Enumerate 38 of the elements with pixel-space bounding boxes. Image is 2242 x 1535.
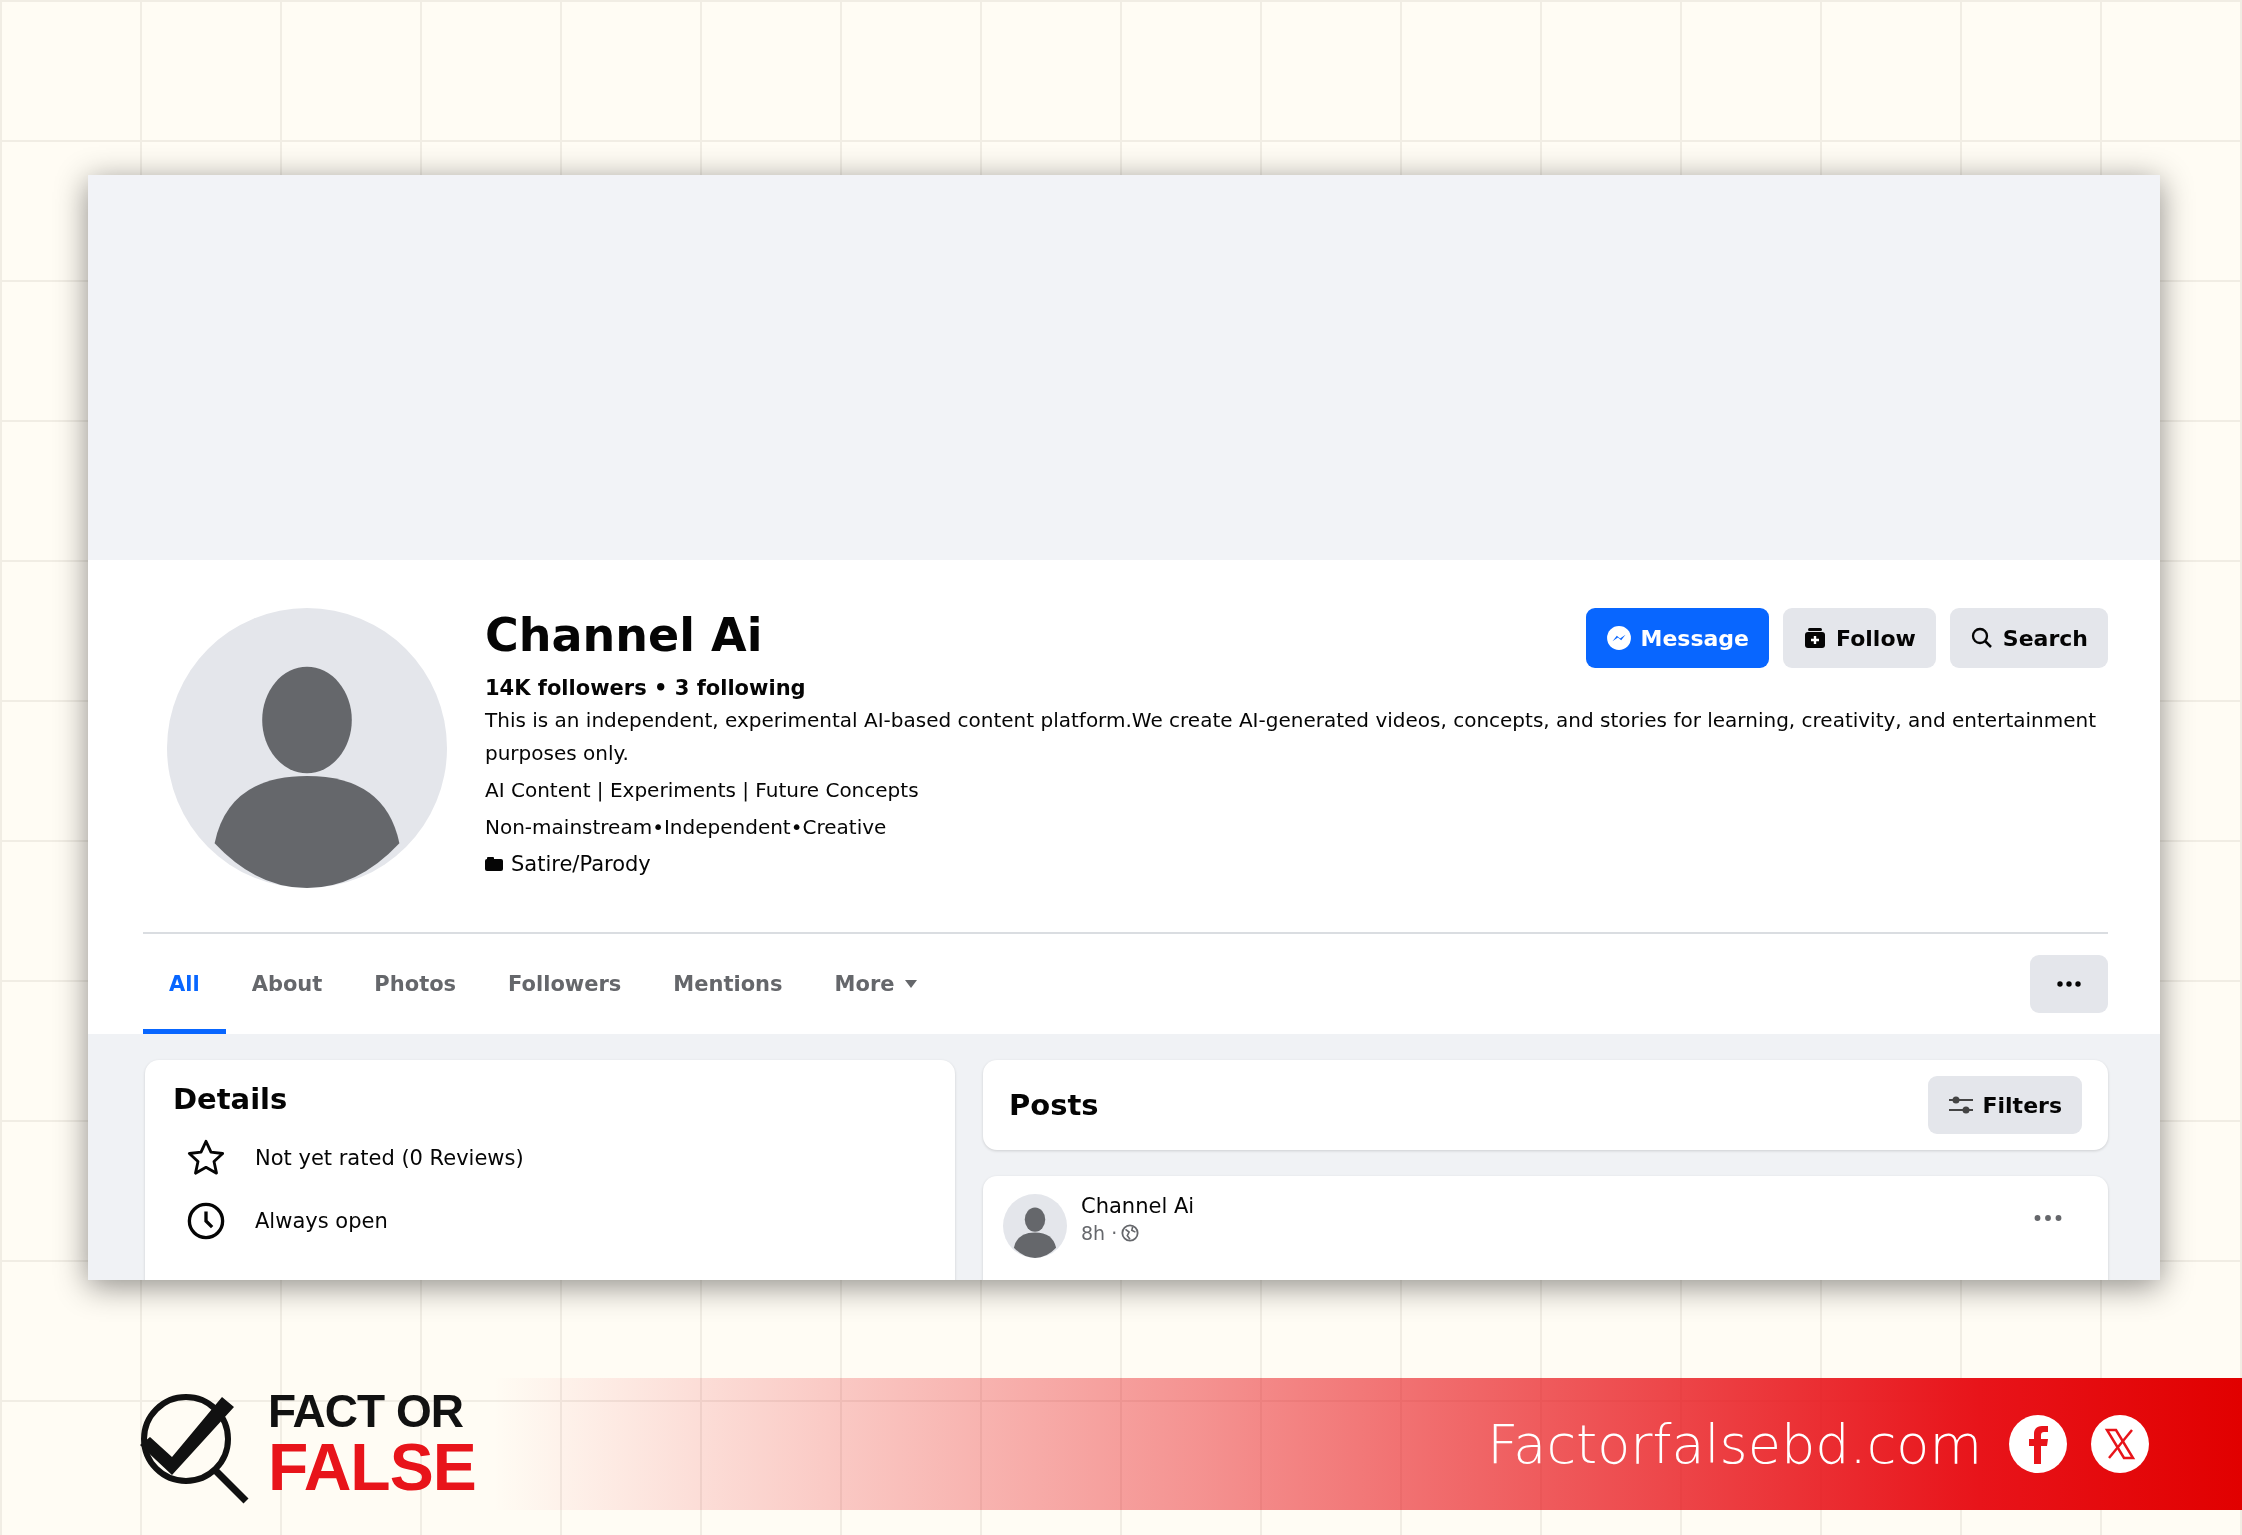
page-name: Channel Ai [485,608,763,662]
logo-text: FALSE [268,1434,476,1500]
sliders-icon [1947,1094,1974,1116]
caret-icon [904,980,917,988]
profile-tab[interactable]: Mentions [647,934,809,1034]
facebook-icon[interactable] [2008,1414,2068,1474]
ellipsis-icon [2057,981,2081,987]
bio-text: AI Content | Experiments | Future Concepts [485,777,920,804]
star-icon [185,1138,227,1178]
detail-text: Not yet rated (0 Reviews) [255,1146,524,1170]
post-time: 8h · [1081,1222,1118,1244]
bio-text: Non-mainstream•Independent•Creative [485,814,888,841]
profile-tab[interactable]: Photos [348,934,483,1034]
follow-button[interactable]: Follow [1783,608,1936,668]
ellipsis-icon[interactable] [2034,1214,2062,1222]
author-avatar [1003,1194,1067,1258]
x-icon[interactable] [2090,1414,2150,1474]
bio-text: This is an independent, experimental AI-based content platform.We create AI-generated videos, concepts, and stories for learning, creativity, and entertainment purposes only. [485,707,2098,767]
detail-text: Always open [255,1209,388,1233]
follow-icon [1803,626,1828,650]
clock-icon [185,1200,227,1242]
follower-stats: 14K followers • 3 following [485,676,807,700]
filters-button[interactable]: Filters [1927,1076,2082,1134]
search-icon [1969,626,1994,650]
category-icon [485,857,503,871]
profile-tab[interactable]: Followers [482,934,648,1034]
website-url: Factorfalsebd.com [1487,1412,1982,1476]
details-heading: Details [173,1082,289,1116]
posts-heading: Posts [1009,1088,1099,1122]
profile-tab[interactable]: About [225,934,349,1034]
profile-tab[interactable]: More [808,934,943,1034]
search-button[interactable]: Search [1949,608,2108,668]
globe-icon [1121,1224,1140,1242]
message-button[interactable]: Message [1585,608,1770,668]
category-label: Satire/Parody [511,852,651,876]
post-author[interactable]: Channel Ai [1081,1194,2020,1218]
messenger-icon [1605,625,1632,651]
logo-text: FACT OR [268,1388,464,1434]
